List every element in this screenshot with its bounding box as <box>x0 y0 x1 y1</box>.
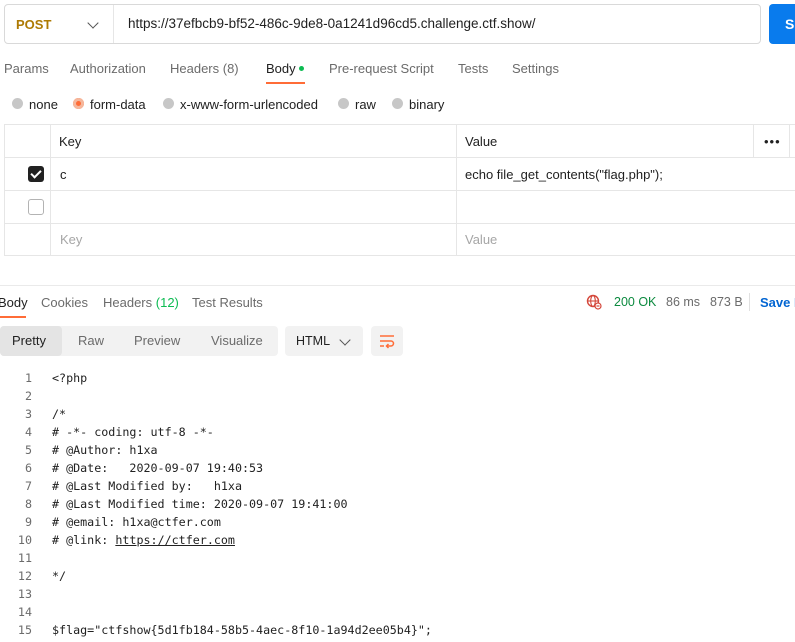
code-line: # -*- coding: utf-8 -*- <box>52 425 214 439</box>
view-visualize[interactable]: Visualize <box>211 333 263 348</box>
table-divider <box>5 190 795 191</box>
column-divider <box>456 125 457 255</box>
chevron-down-icon <box>87 17 99 29</box>
line-number: 10 <box>17 533 32 547</box>
key-column-header: Key <box>59 134 82 149</box>
response-tab-headers-label: Headers <box>103 295 153 310</box>
radio-binary-label[interactable]: binary <box>409 97 444 112</box>
radio-none[interactable] <box>12 98 23 109</box>
code-line: # @Last Modified by: h1xa <box>52 479 242 493</box>
tab-authorization[interactable]: Authorization <box>70 61 146 76</box>
view-raw[interactable]: Raw <box>78 333 104 348</box>
active-tab-indicator <box>266 82 305 84</box>
line-number: 6 <box>24 461 32 475</box>
row-enabled-checkbox[interactable] <box>28 199 44 215</box>
param-value[interactable]: echo file_get_contents("flag.php"); <box>465 167 663 182</box>
wrap-lines-button[interactable] <box>371 326 403 356</box>
code-line: # @Date: 2020-09-07 19:40:53 <box>52 461 264 475</box>
response-tab-headers[interactable]: Headers (12) <box>103 295 179 310</box>
column-divider <box>50 125 51 255</box>
response-time: 86 ms <box>666 295 701 309</box>
send-button[interactable]: S <box>769 4 795 44</box>
table-divider <box>5 157 795 158</box>
more-options-icon[interactable]: ••• <box>764 134 781 149</box>
tab-pre-request-script[interactable]: Pre-request Script <box>329 61 434 76</box>
response-tab-cookies[interactable]: Cookies <box>41 295 88 310</box>
line-number: 14 <box>17 605 32 619</box>
form-data-table: Key Value ••• c echo file_get_contents("… <box>4 124 795 256</box>
radio-x-www-form-urlencoded[interactable] <box>163 98 174 109</box>
active-response-tab-indicator <box>0 316 26 318</box>
line-number: 8 <box>24 497 32 511</box>
code-line: # @Last Modified time: 2020-09-07 19:41:… <box>52 497 348 511</box>
format-label: HTML <box>296 334 331 348</box>
value-column-header: Value <box>465 134 498 149</box>
status-text: 200 OK <box>614 295 657 309</box>
response-tab-body[interactable]: Body <box>0 295 28 310</box>
tab-params[interactable]: Params <box>4 61 49 76</box>
radio-raw-label[interactable]: raw <box>355 97 376 112</box>
response-size: 873 B <box>710 295 743 309</box>
status-separator <box>749 293 750 311</box>
wrap-lines-icon <box>380 335 395 349</box>
method-label: POST <box>16 17 52 32</box>
radio-binary[interactable] <box>392 98 403 109</box>
tab-settings[interactable]: Settings <box>512 61 559 76</box>
globe-icon[interactable] <box>586 294 602 310</box>
radio-x-www-form-urlencoded-label[interactable]: x-www-form-urlencoded <box>180 97 318 112</box>
view-preview[interactable]: Preview <box>134 333 180 348</box>
row-enabled-checkbox[interactable] <box>28 166 44 182</box>
url-input[interactable]: https://37efbcb9-bf52-486c-9de8-0a1241d9… <box>128 16 536 31</box>
save-response-button[interactable]: Save R <box>760 295 795 310</box>
response-divider <box>0 285 795 286</box>
tab-body[interactable]: Body <box>266 61 296 76</box>
headers-count: (12) <box>155 295 179 310</box>
code-text: # @link: <box>52 533 116 547</box>
column-divider <box>753 125 754 157</box>
code-line: */ <box>52 569 67 583</box>
table-divider <box>5 223 795 224</box>
status-code: 200 OK <box>614 295 656 309</box>
new-value-input[interactable]: Value <box>465 232 497 247</box>
line-number: 12 <box>17 569 32 583</box>
new-key-input[interactable]: Key <box>60 232 82 247</box>
response-tab-test-results[interactable]: Test Results <box>192 295 263 310</box>
tab-tests[interactable]: Tests <box>458 61 488 76</box>
column-divider <box>789 125 790 157</box>
line-number: 15 <box>17 623 32 637</box>
line-number: 13 <box>17 587 32 601</box>
param-key[interactable]: c <box>60 167 67 182</box>
body-modified-dot <box>299 66 304 71</box>
line-number: 2 <box>24 389 32 403</box>
radio-none-label[interactable]: none <box>29 97 58 112</box>
line-number: 1 <box>24 371 32 385</box>
line-number: 3 <box>24 407 32 421</box>
code-line: /* <box>52 407 67 421</box>
tab-headers[interactable]: Headers (8) <box>170 61 239 76</box>
code-line: $flag="ctfshow{5d1fb184-58b5-4aec-8f10-1… <box>52 623 432 637</box>
code-line: # @Author: h1xa <box>52 443 158 457</box>
code-link[interactable]: https://ctfer.com <box>115 533 235 547</box>
view-pretty[interactable]: Pretty <box>12 333 46 348</box>
request-url-bar: POST https://37efbcb9-bf52-486c-9de8-0a1… <box>4 4 761 44</box>
line-number: 5 <box>24 443 32 457</box>
line-number: 9 <box>24 515 32 529</box>
radio-raw[interactable] <box>338 98 349 109</box>
line-number: 4 <box>24 425 32 439</box>
code-line: # @link: https://ctfer.com <box>52 533 235 547</box>
code-line: <?php <box>52 371 88 385</box>
method-select[interactable]: POST <box>5 5 114 43</box>
radio-form-data-label[interactable]: form-data <box>90 97 146 112</box>
code-line: # @email: h1xa@ctfer.com <box>52 515 221 529</box>
line-number: 11 <box>17 551 32 565</box>
line-number: 7 <box>24 479 32 493</box>
radio-form-data[interactable] <box>73 98 84 109</box>
